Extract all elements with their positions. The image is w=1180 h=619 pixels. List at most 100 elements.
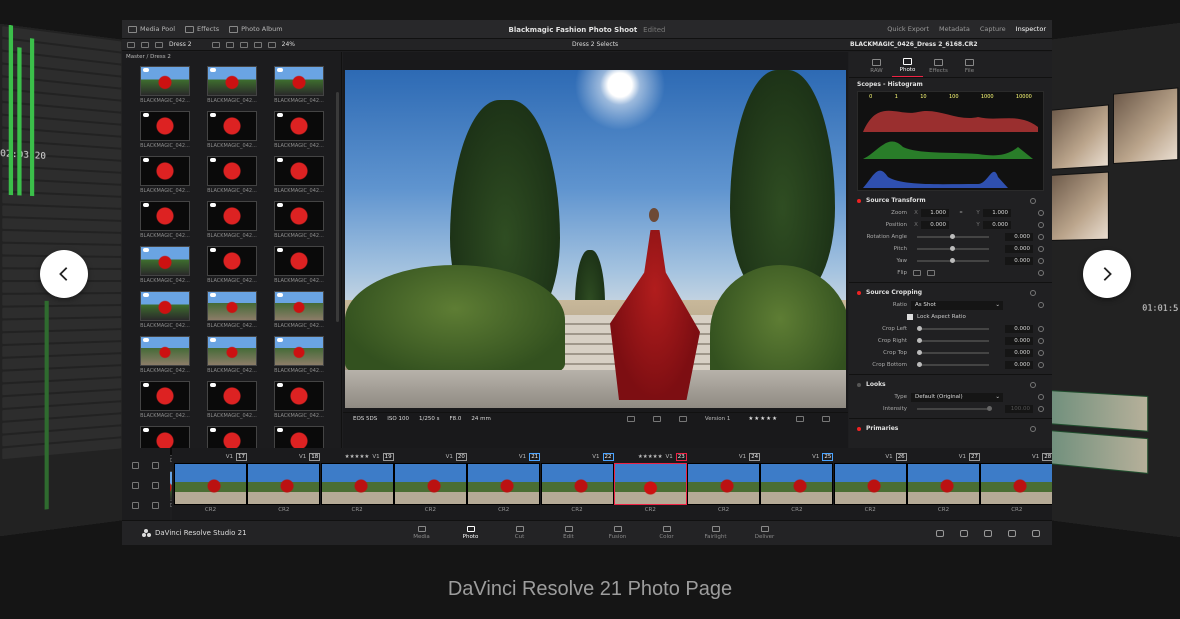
media-pool-scrollbar[interactable] [336, 92, 339, 322]
reset-icon[interactable] [1038, 326, 1044, 332]
filmstrip-frame[interactable]: V1 18 CR2 [247, 452, 320, 516]
link-icon[interactable]: ⚭ [949, 210, 973, 216]
crop-top-slider[interactable] [917, 352, 989, 354]
intensity-field[interactable]: 100.00 [1005, 405, 1033, 413]
page-tab-cut[interactable]: Cut [495, 521, 544, 546]
favorite-icon[interactable] [132, 462, 139, 469]
folder-icon[interactable] [155, 42, 163, 48]
media-thumbnail[interactable]: BLACKMAGIC_042... [266, 201, 332, 245]
inspector-tab-file[interactable]: File [954, 52, 985, 77]
page-tab-media[interactable]: Media [397, 521, 446, 546]
pitch-slider[interactable] [917, 248, 989, 250]
image-icon[interactable] [627, 416, 635, 422]
viewer-image[interactable] [345, 70, 846, 408]
filmstrip-frame[interactable]: V1 25 CR2 [760, 452, 833, 516]
media-thumbnail[interactable]: BLACKMAGIC_042... [132, 156, 198, 200]
image-icon[interactable] [679, 416, 687, 422]
page-tab-color[interactable]: Color [642, 521, 691, 546]
reset-icon[interactable] [1030, 426, 1036, 432]
media-thumbnail[interactable]: BLACKMAGIC_042... [199, 201, 265, 245]
page-tab-deliver[interactable]: Deliver [740, 521, 789, 546]
reset-icon[interactable] [1038, 210, 1044, 216]
flip-vertical-icon[interactable] [927, 270, 935, 276]
media-thumbnail[interactable]: BLACKMAGIC_042... [132, 66, 198, 110]
inspector-tab-photo[interactable]: Photo [892, 52, 923, 77]
next-slide-button[interactable] [1083, 250, 1131, 298]
album-selector[interactable]: Dress 2 [169, 41, 192, 48]
type-dropdown[interactable]: Default (Original) ⌄ [911, 393, 1003, 402]
intensity-slider[interactable] [917, 408, 989, 410]
reset-icon[interactable] [1038, 338, 1044, 344]
reset-icon[interactable] [1038, 234, 1044, 240]
yaw-field[interactable]: 0.000 [1005, 257, 1033, 265]
chat-icon[interactable] [960, 530, 968, 537]
tag-icon[interactable] [132, 502, 139, 509]
filmstrip-frame[interactable]: ★★★★★ V1 19 CR2 [321, 452, 394, 516]
flag-icon[interactable] [132, 482, 139, 489]
reset-icon[interactable] [1030, 382, 1036, 388]
flip-horizontal-icon[interactable] [913, 270, 921, 276]
position-y-field[interactable]: 0.000 [983, 221, 1011, 229]
reset-icon[interactable] [1038, 270, 1044, 276]
media-thumbnail[interactable]: BLACKMAGIC_042... [132, 111, 198, 155]
media-thumbnail[interactable]: BLACKMAGIC_042... [132, 201, 198, 245]
crop-bottom-field[interactable]: 0.000 [1005, 361, 1033, 369]
inspector-tab-raw[interactable]: RAW [861, 52, 892, 77]
rotation-field[interactable]: 0.000 [1005, 233, 1033, 241]
pitch-field[interactable]: 0.000 [1005, 245, 1033, 253]
media-thumbnail[interactable]: BLACKMAGIC_042... [199, 156, 265, 200]
settings-icon[interactable] [1032, 530, 1040, 537]
cloud-icon[interactable] [936, 530, 944, 537]
source-cropping-header[interactable]: Source Cropping [849, 286, 1052, 299]
page-tab-edit[interactable]: Edit [544, 521, 593, 546]
back-icon[interactable] [141, 42, 149, 48]
media-thumbnail[interactable]: BLACKMAGIC_042... [266, 336, 332, 380]
media-thumbnail[interactable]: BLACKMAGIC_042... [199, 66, 265, 110]
ratio-dropdown[interactable]: As Shot ⌄ [911, 301, 1003, 310]
media-thumbnail[interactable]: BLACKMAGIC_042... [266, 156, 332, 200]
media-thumbnail[interactable]: BLACKMAGIC_042... [199, 111, 265, 155]
inspector-button[interactable]: Inspector [1016, 25, 1046, 33]
zoom-x-field[interactable]: 1.000 [921, 209, 949, 217]
source-transform-header[interactable]: Source Transform [849, 194, 1052, 207]
zoom-y-field[interactable]: 1.000 [983, 209, 1011, 217]
star-icon[interactable] [152, 462, 159, 469]
filmstrip-frame[interactable]: V1 27 CR2 [907, 452, 980, 516]
media-thumbnail[interactable]: BLACKMAGIC_042... [266, 381, 332, 425]
media-thumbnail[interactable]: BLACKMAGIC_042... [132, 381, 198, 425]
more-icon[interactable] [822, 416, 830, 422]
primaries-header[interactable]: Primaries [849, 422, 1052, 435]
reset-icon[interactable] [1038, 302, 1044, 308]
media-thumbnail[interactable]: BLACKMAGIC_042... [266, 246, 332, 290]
media-thumbnail[interactable]: BLACKMAGIC_042... [266, 111, 332, 155]
crop-left-field[interactable]: 0.000 [1005, 325, 1033, 333]
image-icon[interactable] [653, 416, 661, 422]
settings-icon[interactable] [796, 416, 804, 422]
media-thumbnail[interactable]: BLACKMAGIC_042... [199, 291, 265, 335]
filmstrip-frame[interactable]: V1 24 CR2 [687, 452, 760, 516]
panel-toggle-icon[interactable] [127, 42, 135, 48]
enabled-dot[interactable] [857, 291, 861, 295]
search-icon[interactable] [226, 42, 234, 48]
page-tab-fusion[interactable]: Fusion [593, 521, 642, 546]
filmstrip-frame[interactable]: ★★★★★ V1 23 CR2 [614, 452, 687, 516]
sort-icon[interactable] [152, 502, 159, 509]
rotation-slider[interactable] [917, 236, 989, 238]
crop-right-slider[interactable] [917, 340, 989, 342]
effects-button[interactable]: Effects [185, 25, 219, 33]
looks-header[interactable]: Looks [849, 378, 1052, 391]
filter-icon[interactable] [254, 42, 262, 48]
media-thumbnail[interactable]: BLACKMAGIC_042... [266, 291, 332, 335]
crop-top-field[interactable]: 0.000 [1005, 349, 1033, 357]
crop-bottom-slider[interactable] [917, 364, 989, 366]
previous-slide-button[interactable] [40, 250, 88, 298]
reset-icon[interactable] [1038, 394, 1044, 400]
zoom-level[interactable]: 24% [282, 41, 295, 48]
reset-icon[interactable] [1038, 362, 1044, 368]
collaboration-icon[interactable] [984, 530, 992, 537]
home-icon[interactable] [1008, 530, 1016, 537]
crop-left-slider[interactable] [917, 328, 989, 330]
quick-export-button[interactable]: Quick Export [887, 25, 929, 33]
reset-icon[interactable] [1038, 350, 1044, 356]
enabled-dot[interactable] [857, 427, 861, 431]
